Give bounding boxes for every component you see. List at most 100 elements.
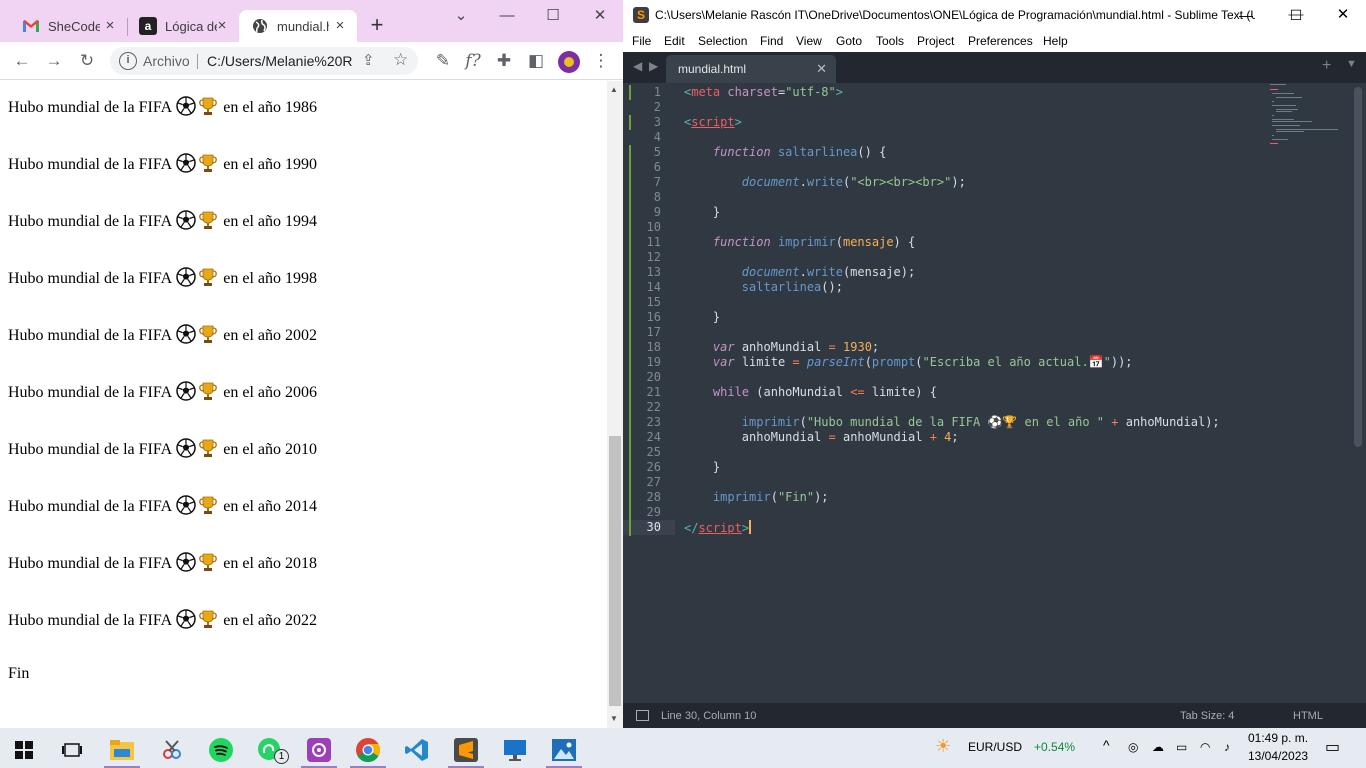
eyedropper-extension-icon[interactable]: ✎ [430, 48, 456, 74]
whatsapp-icon[interactable]: 1 [246, 732, 294, 768]
menu-find[interactable]: Find [760, 34, 783, 48]
profile-avatar[interactable] [558, 51, 580, 73]
maximize-icon[interactable]: ☐ [530, 2, 576, 30]
scroll-up-icon[interactable]: ▲ [610, 85, 618, 94]
trophy-icon [199, 439, 218, 457]
scroll-thumb[interactable] [609, 436, 621, 706]
battery-icon[interactable]: ▭ [1176, 740, 1187, 754]
tab-shecodes[interactable]: SheCodes × [10, 10, 127, 42]
menu-view[interactable]: View [796, 34, 822, 48]
forward-icon[interactable]: → [41, 48, 67, 74]
menu-goto[interactable]: Goto [836, 34, 862, 48]
line-number: 18 [646, 340, 661, 354]
function-extension-icon[interactable]: f? [460, 48, 486, 74]
code-line-13: document.write(mensaje); [741, 265, 916, 279]
page-scrollbar[interactable]: ▲ ▼ [607, 81, 623, 728]
tab-close-icon[interactable]: × [101, 17, 119, 35]
tab-nav-right-icon[interactable]: ▶ [649, 59, 658, 73]
menu-help[interactable]: Help [1043, 34, 1068, 48]
bookmark-star-icon[interactable]: ☆ [393, 50, 408, 70]
reload-icon[interactable]: ↻ [74, 48, 100, 74]
tab-label: Lógica de [165, 18, 217, 34]
panel-toggle-icon[interactable] [636, 710, 649, 721]
minimize-icon[interactable]: — [484, 2, 530, 30]
soccer-ball-icon [176, 96, 196, 116]
clock-time[interactable]: 01:49 p. m. [1248, 731, 1308, 745]
minimize-icon[interactable]: — [1223, 0, 1269, 30]
menu-project[interactable]: Project [917, 34, 954, 48]
file-tab[interactable]: mundial.html ✕ [666, 55, 836, 83]
spotify-icon[interactable] [197, 732, 245, 768]
syntax-mode[interactable]: HTML [1293, 710, 1323, 722]
line-number: 10 [646, 220, 661, 234]
output-prefix: Hubo mundial de la FIFA [8, 441, 172, 458]
ticker-pair[interactable]: EUR/USD [968, 740, 1022, 754]
ticker-change[interactable]: +0.54% [1034, 740, 1075, 754]
snipping-tool-icon[interactable] [148, 732, 196, 768]
tab-size[interactable]: Tab Size: 4 [1180, 710, 1234, 722]
show-hidden-icons[interactable]: ^ [1103, 737, 1110, 753]
wifi-icon[interactable]: ◠ [1200, 740, 1210, 754]
minimap[interactable] [1268, 83, 1350, 148]
meet-now-icon[interactable]: ◎ [1128, 740, 1138, 754]
file-explorer-icon[interactable] [98, 732, 146, 768]
menu-file[interactable]: File [632, 34, 651, 48]
tab-search-icon[interactable]: ⌄ [438, 2, 484, 30]
menu-preferences[interactable]: Preferences [968, 34, 1033, 48]
volume-icon[interactable]: ♪ [1224, 740, 1230, 754]
remote-desktop-icon[interactable] [491, 732, 539, 768]
maximize-icon[interactable]: ☐ [1273, 0, 1319, 30]
output-prefix: Hubo mundial de la FIFA [8, 213, 172, 230]
menu-tools[interactable]: Tools [876, 34, 904, 48]
tab-mundial[interactable]: mundial.h × [239, 10, 357, 42]
sublime-icon[interactable] [442, 732, 490, 768]
onedrive-icon[interactable]: ☁ [1152, 740, 1164, 754]
file-tab-close-icon[interactable]: ✕ [816, 61, 827, 77]
trophy-icon [199, 154, 218, 172]
address-bar[interactable]: i Archivo C:/Users/Melanie%20Rascón%20IT… [110, 47, 418, 75]
soccer-ball-icon [176, 552, 196, 572]
code-line-21: while (anhoMundial <= limite) { [712, 385, 937, 399]
tab-nav-left-icon[interactable]: ◀ [633, 59, 642, 73]
tab-close-icon[interactable]: × [213, 17, 231, 35]
task-view-icon[interactable] [48, 732, 96, 768]
new-tab-button[interactable]: + [364, 12, 390, 38]
trophy-icon [199, 97, 218, 115]
extensions-puzzle-icon[interactable]: ✚ [491, 48, 517, 74]
info-icon[interactable]: i [119, 52, 137, 70]
menu-kebab-icon[interactable]: ⋮ [588, 48, 614, 74]
line-number: 28 [646, 490, 661, 504]
clock-date[interactable]: 13/04/2023 [1248, 749, 1308, 763]
menu-edit[interactable]: Edit [664, 34, 685, 48]
url-text[interactable]: C:/Users/Melanie%20Rascón%20IT/OneDrive/… [207, 53, 353, 69]
soccer-ball-icon [176, 324, 196, 344]
close-icon[interactable]: ✕ [1320, 0, 1366, 30]
tab-list-icon[interactable]: ▼ [1346, 58, 1357, 70]
new-file-icon[interactable]: + [1322, 57, 1331, 75]
close-icon[interactable]: ✕ [577, 2, 623, 30]
taskbar: 1 ☀ EUR/USD +0.54% ^ ◎ ☁ ▭ ◠ ♪ 01:49 p. … [0, 728, 1366, 768]
start-icon[interactable] [0, 732, 48, 768]
back-icon[interactable]: ← [9, 48, 35, 74]
line-number: 12 [646, 250, 661, 264]
weather-ticker-icon[interactable]: ☀ [935, 736, 951, 757]
notifications-icon[interactable]: ▭ [1325, 737, 1340, 757]
browser-toolbar: ← → ↻ i Archivo C:/Users/Melanie%20Rascó… [0, 42, 623, 80]
share-icon[interactable]: ⇪ [362, 51, 375, 69]
ai-app-icon[interactable] [295, 732, 343, 768]
soccer-ball-icon [176, 153, 196, 173]
status-bar: Line 30, Column 10 Tab Size: 4 HTML [623, 703, 1366, 728]
code-editor[interactable]: 1 2 3 4 5 6 7 8 9 10 11 12 13 14 15 16 17 18 19 20 21 22 23 24 2… [623, 83, 1366, 703]
editor-scrollbar[interactable] [1354, 87, 1362, 447]
photos-icon[interactable] [540, 732, 588, 768]
tab-label: SheCodes [48, 18, 100, 34]
scroll-down-icon[interactable]: ▼ [610, 714, 618, 723]
menu-selection[interactable]: Selection [698, 34, 747, 48]
chrome-icon[interactable] [344, 732, 392, 768]
tab-close-icon[interactable]: × [331, 17, 349, 35]
side-panel-icon[interactable]: ◧ [523, 48, 549, 74]
tab-logica[interactable]: a Lógica de × [127, 10, 239, 42]
vscode-icon[interactable] [393, 732, 441, 768]
trophy-icon [199, 610, 218, 628]
output-prefix: Hubo mundial de la FIFA [8, 555, 172, 572]
